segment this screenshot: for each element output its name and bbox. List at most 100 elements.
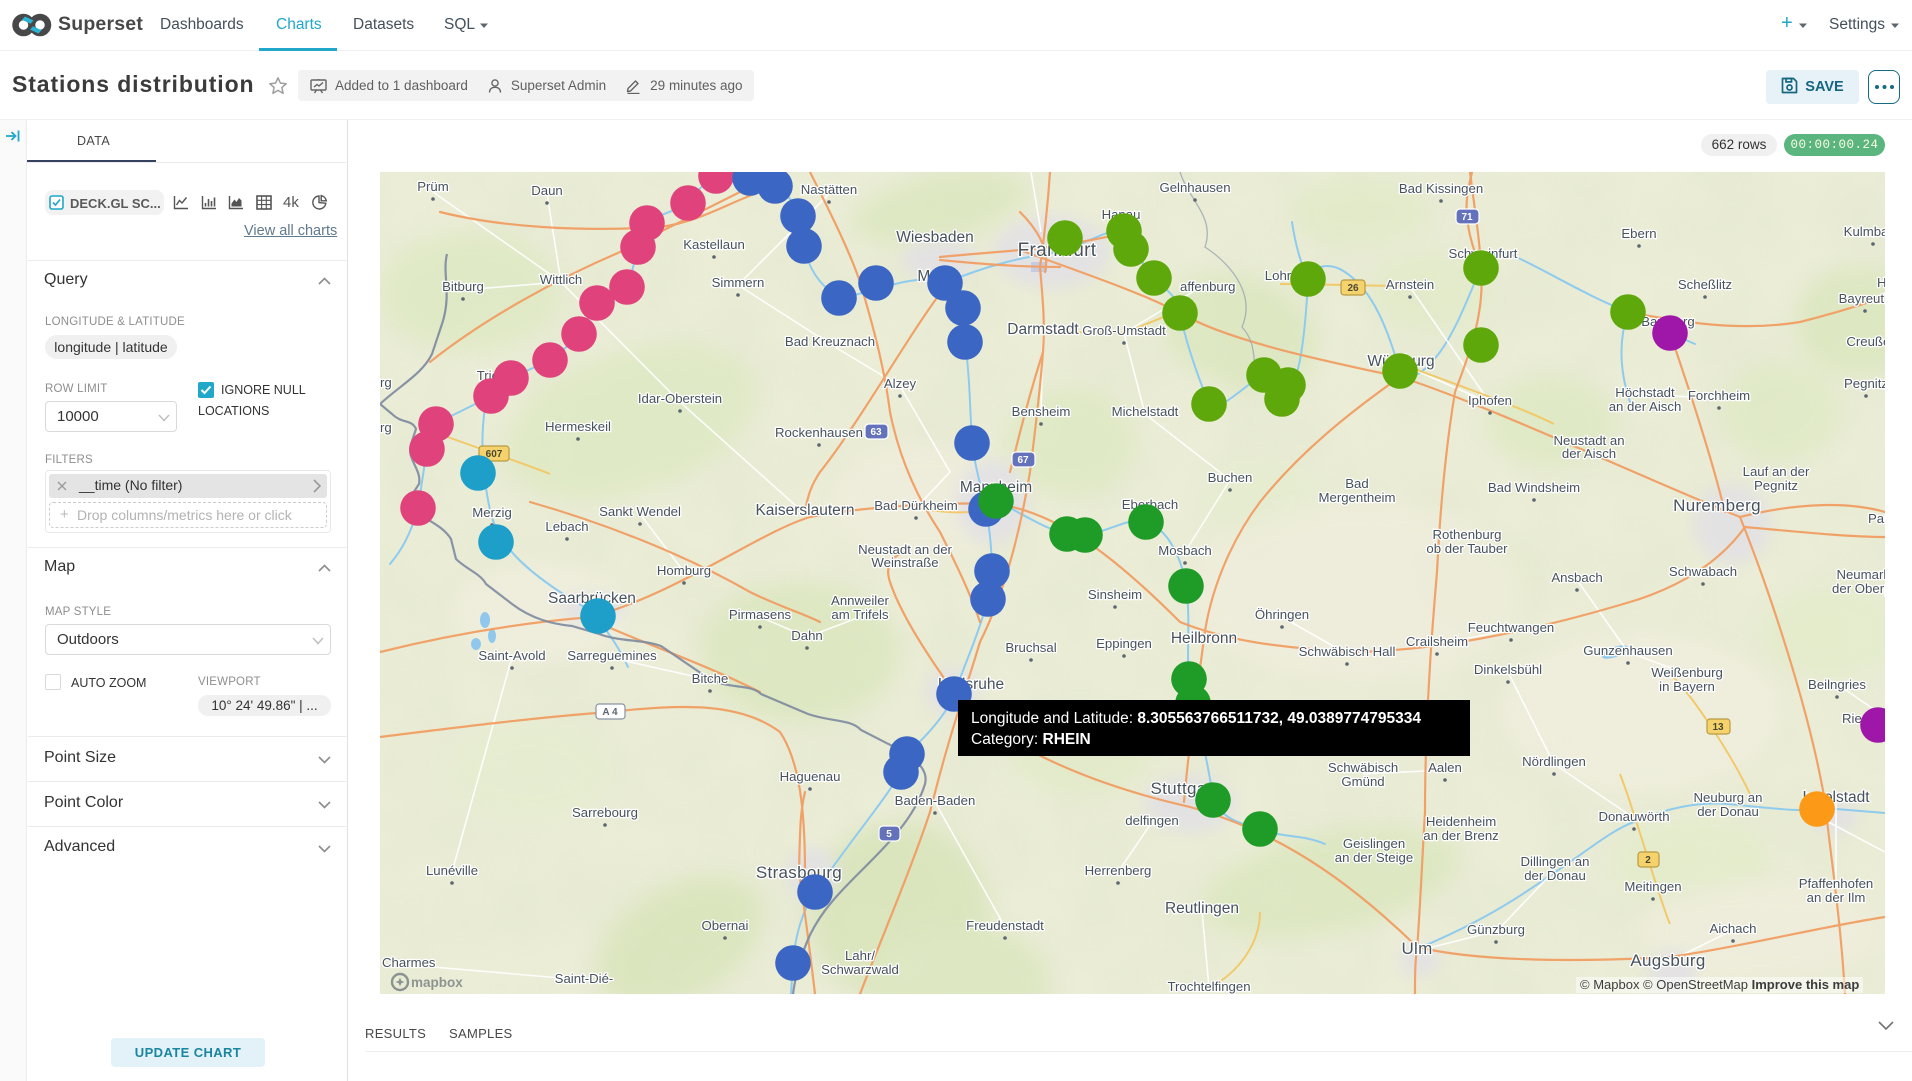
svg-text:rg: rg: [380, 420, 392, 435]
svg-text:26: 26: [1347, 283, 1359, 294]
svg-text:Arnstein: Arnstein: [1386, 277, 1434, 292]
svg-text:Bitburg: Bitburg: [442, 279, 484, 294]
svg-text:Scheßlitz: Scheßlitz: [1678, 277, 1732, 292]
svg-text:Freudenstadt: Freudenstadt: [966, 918, 1044, 933]
svg-text:Lebach: Lebach: [545, 519, 588, 534]
svg-text:Baden-Baden: Baden-Baden: [895, 793, 976, 808]
svg-text:ob der Tauber: ob der Tauber: [1426, 541, 1508, 556]
svg-text:Nuremberg: Nuremberg: [1673, 496, 1761, 515]
svg-text:Aalen: Aalen: [1428, 760, 1462, 775]
svg-text:Mergentheim: Mergentheim: [1319, 490, 1396, 505]
svg-text:Homburg: Homburg: [657, 563, 711, 578]
svg-text:Rothenburg: Rothenburg: [1433, 527, 1502, 542]
svg-text:Groß-Umstadt: Groß-Umstadt: [1082, 323, 1166, 338]
svg-text:Alzey: Alzey: [884, 376, 917, 391]
svg-text:Gelnhausen: Gelnhausen: [1159, 180, 1230, 195]
svg-text:Dahn: Dahn: [791, 628, 823, 643]
svg-text:Beilngries: Beilngries: [1808, 677, 1866, 692]
svg-text:Obernai: Obernai: [702, 918, 749, 933]
svg-text:Pegnitz: Pegnitz: [1844, 376, 1885, 391]
svg-text:Bensheim: Bensheim: [1012, 404, 1071, 419]
svg-text:Haguenau: Haguenau: [780, 769, 841, 784]
svg-text:Ha: Ha: [1877, 275, 1885, 290]
svg-text:Bad Windsheim: Bad Windsheim: [1488, 480, 1580, 495]
svg-text:Sankt Wendel: Sankt Wendel: [599, 504, 681, 519]
svg-text:Bruchsal: Bruchsal: [1005, 640, 1056, 655]
svg-text:Weinstraße: Weinstraße: [871, 555, 938, 570]
svg-text:Lahr/: Lahr/: [845, 948, 875, 963]
svg-text:71: 71: [1461, 212, 1473, 223]
svg-text:der Oberpfalz: der Oberpfalz: [1832, 581, 1885, 596]
svg-text:affenburg: affenburg: [1180, 279, 1236, 294]
svg-text:an der Steige: an der Steige: [1335, 850, 1413, 865]
svg-text:Kaiserslautern: Kaiserslautern: [755, 502, 854, 519]
svg-text:Geislingen: Geislingen: [1343, 836, 1405, 851]
svg-text:Günzburg: Günzburg: [1467, 922, 1525, 937]
svg-text:an der Brenz: an der Brenz: [1423, 828, 1499, 843]
svg-text:der Donau: der Donau: [1697, 804, 1759, 819]
svg-text:Dinkelsbühl: Dinkelsbühl: [1474, 662, 1542, 677]
svg-text:Feuchtwangen: Feuchtwangen: [1468, 620, 1555, 635]
svg-text:an der Aisch: an der Aisch: [1609, 399, 1682, 414]
svg-text:Bad: Bad: [1345, 476, 1368, 491]
svg-text:Sarrebourg: Sarrebourg: [572, 805, 638, 820]
svg-text:Iphofen: Iphofen: [1468, 393, 1512, 408]
svg-text:Forchheim: Forchheim: [1688, 388, 1750, 403]
svg-text:Neumarkt in: Neumarkt in: [1836, 567, 1885, 582]
svg-text:Wittlich: Wittlich: [540, 272, 583, 287]
svg-text:Sarreguemines: Sarreguemines: [567, 648, 657, 663]
svg-text:der Donau: der Donau: [1524, 868, 1586, 883]
svg-text:Ulm: Ulm: [1401, 939, 1432, 958]
svg-text:mapbox: mapbox: [411, 975, 463, 990]
svg-text:Hermeskeil: Hermeskeil: [545, 419, 611, 434]
svg-text:Lunéville: Lunéville: [426, 863, 478, 878]
svg-text:der Aisch: der Aisch: [1562, 446, 1616, 461]
svg-text:Rockenhausen: Rockenhausen: [775, 425, 863, 440]
svg-text:Schwabach: Schwabach: [1669, 564, 1737, 579]
svg-text:Höchstadt: Höchstadt: [1615, 385, 1675, 400]
svg-text:Bad Kissingen: Bad Kissingen: [1399, 181, 1483, 196]
svg-text:Ansbach: Ansbach: [1551, 570, 1602, 585]
svg-text:Augsburg: Augsburg: [1630, 951, 1705, 970]
svg-text:Lauf an der: Lauf an der: [1743, 464, 1810, 479]
svg-text:Par: Par: [1868, 511, 1885, 526]
svg-text:Gmünd: Gmünd: [1341, 774, 1384, 789]
svg-text:Pegnitz: Pegnitz: [1754, 478, 1798, 493]
svg-text:67: 67: [1017, 455, 1029, 466]
svg-text:Herrenberg: Herrenberg: [1085, 863, 1152, 878]
svg-text:Bad Dürkheim: Bad Dürkheim: [874, 498, 958, 513]
svg-text:13: 13: [1712, 722, 1724, 733]
svg-text:Crailsheim: Crailsheim: [1406, 634, 1468, 649]
svg-text:Öhringen: Öhringen: [1255, 607, 1309, 622]
svg-text:Creußen: Creußen: [1846, 334, 1885, 349]
svg-text:Heidenheim: Heidenheim: [1426, 814, 1496, 829]
svg-text:Daun: Daun: [531, 183, 563, 198]
svg-text:Kulmbach: Kulmbach: [1844, 224, 1885, 239]
svg-text:am Trifels: am Trifels: [831, 607, 889, 622]
svg-text:Sinsheim: Sinsheim: [1088, 587, 1142, 602]
svg-text:Ebern: Ebern: [1621, 226, 1656, 241]
svg-text:Pirmasens: Pirmasens: [729, 607, 792, 622]
svg-text:607: 607: [486, 449, 503, 460]
svg-text:A 4: A 4: [602, 707, 618, 718]
svg-text:Eppingen: Eppingen: [1096, 636, 1152, 651]
svg-text:Michelstadt: Michelstadt: [1112, 404, 1179, 419]
svg-text:Charmes: Charmes: [382, 955, 436, 970]
svg-text:Heilbronn: Heilbronn: [1171, 630, 1237, 647]
svg-text:rg: rg: [380, 375, 392, 390]
svg-text:Simmern: Simmern: [712, 275, 765, 290]
svg-text:Gunzenhausen: Gunzenhausen: [1583, 643, 1672, 658]
svg-text:delfingen: delfingen: [1125, 813, 1179, 828]
svg-text:Dillingen an: Dillingen an: [1521, 854, 1590, 869]
svg-text:Schwäbisch: Schwäbisch: [1328, 760, 1398, 775]
svg-text:Trochtelfingen: Trochtelfingen: [1167, 979, 1250, 994]
svg-text:Idar-Oberstein: Idar-Oberstein: [638, 391, 722, 406]
svg-text:Bayreuth: Bayreuth: [1839, 291, 1885, 306]
svg-text:Wiesbaden: Wiesbaden: [896, 229, 974, 246]
svg-text:Buchen: Buchen: [1208, 470, 1253, 485]
svg-text:Schwäbisch Hall: Schwäbisch Hall: [1299, 644, 1396, 659]
svg-text:Saint-Avold: Saint-Avold: [478, 648, 545, 663]
svg-text:Darmstadt: Darmstadt: [1007, 321, 1079, 338]
svg-text:Merzig: Merzig: [472, 505, 512, 520]
svg-text:Strasbourg: Strasbourg: [756, 863, 842, 882]
